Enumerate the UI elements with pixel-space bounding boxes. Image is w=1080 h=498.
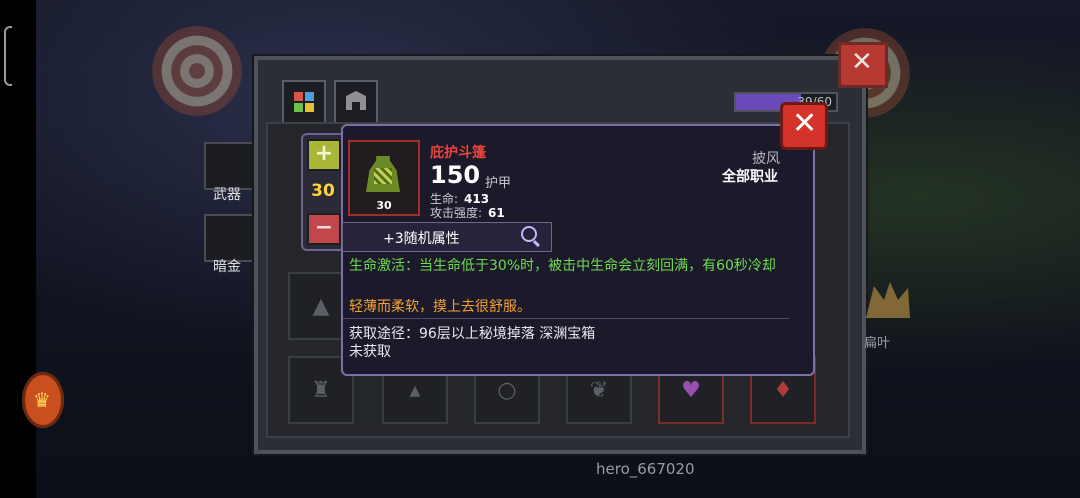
divider bbox=[343, 318, 789, 319]
cloak-pattern bbox=[374, 168, 392, 184]
crown-menu-button[interactable]: ♛ bbox=[22, 372, 64, 428]
close-icon: ✕ bbox=[851, 47, 873, 77]
tab-inventory-grid[interactable] bbox=[282, 80, 326, 124]
close-icon: ✕ bbox=[792, 106, 818, 141]
armor-value: 150 bbox=[430, 161, 481, 189]
plus-button[interactable]: + bbox=[307, 139, 341, 171]
sidebar-tab-weapon[interactable] bbox=[204, 138, 262, 190]
item-name: 庇护斗篷 bbox=[430, 145, 486, 161]
player-name: hero_667020 bbox=[596, 460, 695, 478]
helmet-icon bbox=[346, 91, 366, 110]
obtained-status: 未获取 bbox=[349, 344, 391, 360]
class-requirement: 全部职业 bbox=[722, 169, 778, 185]
slot-type: 披风 bbox=[752, 151, 780, 167]
stepper-value: 30 bbox=[311, 181, 335, 201]
edge-handle-icon[interactable] bbox=[4, 26, 12, 86]
item-source: 获取途径：96层以上秘境掉落 深渊宝箱 bbox=[349, 326, 596, 342]
wings-icon: ❦ bbox=[589, 378, 609, 403]
item-effect: 生命激活：当生命低于30%时，被击中生命会立刻回满，有60秒冷却 bbox=[349, 258, 776, 274]
inventory-grid-icon bbox=[294, 92, 314, 112]
panel-close-button[interactable]: ✕ bbox=[838, 42, 888, 88]
armor-label: 护甲 bbox=[485, 176, 512, 191]
tooltip-close-button[interactable]: ✕ bbox=[780, 102, 828, 150]
amulet-icon: ♦ bbox=[773, 378, 793, 403]
stat-row: 攻击强度: 61 bbox=[430, 204, 505, 221]
stat-label: 攻击强度: bbox=[430, 206, 483, 220]
random-attributes-label: +3随机属性 bbox=[383, 231, 460, 247]
item-icon-frame: 30 bbox=[348, 140, 420, 216]
necklace-icon: ○ bbox=[497, 378, 517, 403]
amulet-icon: ♥ bbox=[681, 378, 701, 403]
item-level: 30 bbox=[376, 199, 392, 212]
magnifier-icon bbox=[521, 226, 537, 242]
sidebar-item-label: 暗金 bbox=[213, 259, 241, 275]
flavor-text: 轻薄而柔软，摸上去很舒服。 bbox=[349, 299, 531, 315]
npc-name: 扁叶 bbox=[864, 336, 891, 351]
stat-value: 61 bbox=[488, 206, 505, 220]
minus-button[interactable]: − bbox=[307, 213, 341, 245]
random-attributes-button[interactable]: +3随机属性 bbox=[342, 222, 552, 252]
target-decoration bbox=[152, 26, 242, 116]
sidebar-item-label: 武器 bbox=[213, 187, 241, 203]
sidebar-tab-hidden-gold[interactable] bbox=[204, 210, 262, 262]
armor-silhouette-icon: ▴ bbox=[409, 378, 421, 403]
armor-silhouette-icon: ♜ bbox=[311, 378, 331, 403]
npc-avatar[interactable] bbox=[860, 278, 914, 326]
level-stepper: + 30 − bbox=[301, 133, 345, 251]
tab-equipment[interactable] bbox=[334, 80, 378, 124]
crown-icon: ♛ bbox=[33, 388, 51, 412]
